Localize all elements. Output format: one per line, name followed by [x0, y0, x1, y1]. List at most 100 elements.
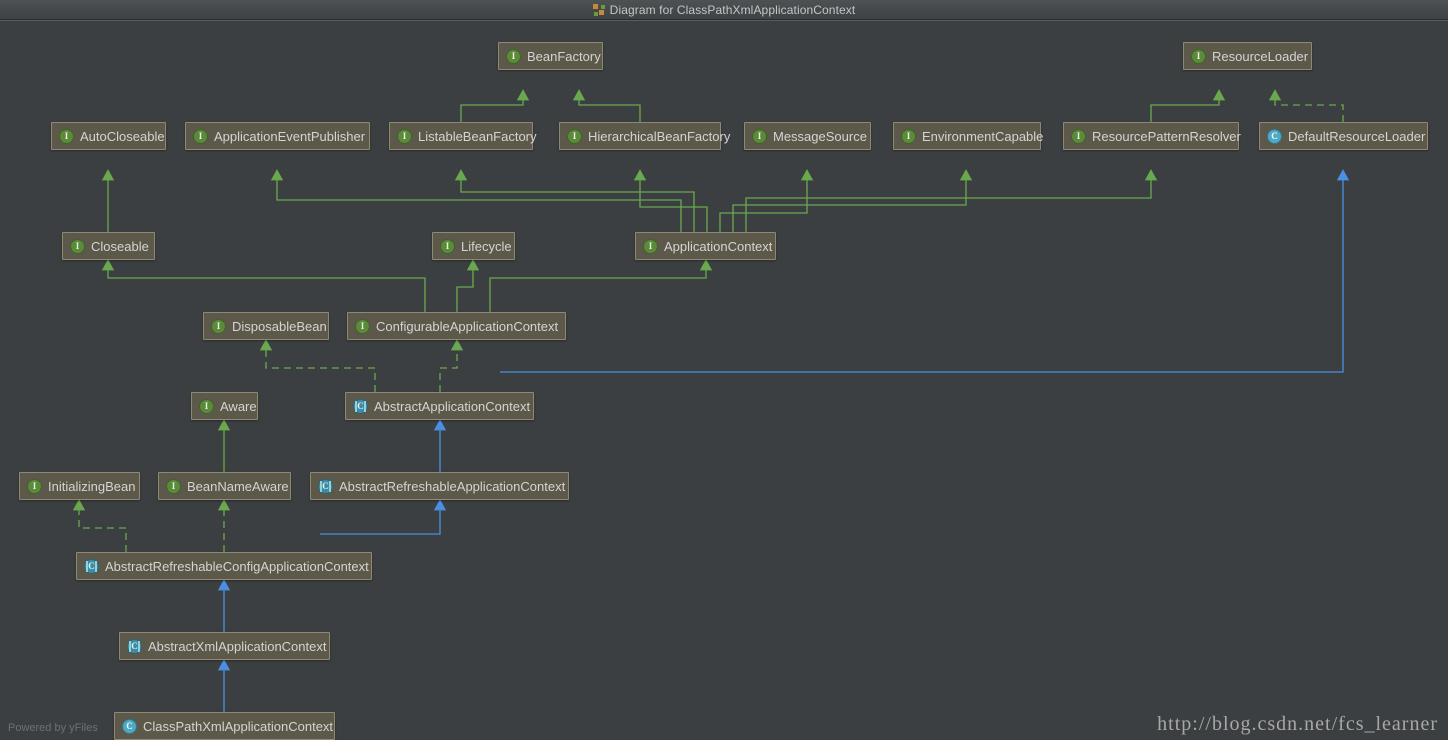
abstract-class-icon: C — [353, 399, 368, 414]
edge-ConfigurableApplicationContext-to-ApplicationContext — [490, 260, 712, 312]
class-node-DefaultResourceLoader[interactable]: C DefaultResourceLoader — [1259, 122, 1428, 150]
edge-arrowhead — [452, 340, 463, 350]
class-node-label: ClassPathXmlApplicationContext — [143, 720, 333, 733]
window-title: Diagram for ClassPathXmlApplicationConte… — [610, 3, 856, 17]
edge-arrowhead — [1338, 170, 1349, 180]
edge-arrowhead — [435, 420, 446, 430]
class-node-ResourceLoader[interactable]: I ResourceLoader — [1183, 42, 1312, 70]
class-node-label: Closeable — [91, 240, 149, 253]
class-node-label: ResourceLoader — [1212, 50, 1308, 63]
class-node-AutoCloseable[interactable]: IAutoCloseable — [51, 122, 166, 150]
edge-arrowhead — [468, 260, 479, 270]
interface-icon: I — [567, 129, 582, 144]
diagram-canvas[interactable]: IBeanFactoryIResourceLoaderIAutoCloseabl… — [0, 20, 1448, 740]
class-node-label: ResourcePatternResolver — [1092, 130, 1241, 143]
edge-AbstractRefreshableConfigApplicationContext-to-BeanNameAware — [219, 500, 230, 552]
interface-icon: I — [355, 319, 370, 334]
class-node-label: BeanFactory — [527, 50, 601, 63]
class-node-ConfigurableApplicationContext[interactable]: I ConfigurableApplicationContext — [347, 312, 566, 340]
class-node-ApplicationEventPublisher[interactable]: I ApplicationEventPublisher — [185, 122, 370, 150]
interface-icon: I — [211, 319, 226, 334]
edge-arrowhead — [961, 170, 972, 180]
edge-ConfigurableApplicationContext-to-Closeable — [103, 260, 426, 312]
edge-arrowhead — [103, 260, 114, 270]
class-node-DisposableBean[interactable]: IDisposableBean — [203, 312, 329, 340]
interface-icon: I — [901, 129, 916, 144]
class-node-ApplicationContext[interactable]: IApplicationContext — [635, 232, 776, 260]
edge-arrowhead — [1214, 90, 1225, 100]
edge-DefaultResourceLoader-to-ResourceLoader — [1270, 90, 1344, 122]
edge-ResourcePatternResolver-to-ResourceLoader — [1151, 90, 1225, 122]
class-node-label: InitializingBean — [48, 480, 135, 493]
edge-ApplicationContext-to-ListableBeanFactory — [456, 170, 695, 232]
class-node-label: DefaultResourceLoader — [1288, 130, 1425, 143]
edge-arrowhead — [635, 170, 646, 180]
window-title-bar: Diagram for ClassPathXmlApplicationConte… — [0, 0, 1448, 20]
edge-arrowhead — [1146, 170, 1157, 180]
edge-arrowhead — [219, 580, 230, 590]
class-node-HierarchicalBeanFactory[interactable]: IHierarchicalBeanFactory — [559, 122, 721, 150]
class-node-ListableBeanFactory[interactable]: IListableBeanFactory — [389, 122, 533, 150]
interface-icon: I — [752, 129, 767, 144]
edge-arrowhead — [74, 500, 85, 510]
diagram-window: Diagram for ClassPathXmlApplicationConte… — [0, 0, 1448, 740]
class-node-AbstractXmlApplicationContext[interactable]: C AbstractXmlApplicationContext — [119, 632, 330, 660]
abstract-class-icon: C — [127, 639, 142, 654]
edge-HierarchicalBeanFactory-to-BeanFactory — [574, 90, 641, 122]
edge-arrowhead — [518, 90, 529, 100]
class-node-label: AbstractApplicationContext — [374, 400, 530, 413]
class-node-AbstractRefreshableConfigApplicationContext[interactable]: C AbstractRefreshableConfigApplicationCon… — [76, 552, 372, 580]
edge-ApplicationContext-to-ResourcePatternResolver — [746, 170, 1157, 232]
watermark-url: http://blog.csdn.net/fcs_learner — [1157, 713, 1438, 736]
edge-AbstractApplicationContext-to-ConfigurableApplicationContext — [440, 340, 463, 392]
class-node-label: ApplicationEventPublisher — [214, 130, 365, 143]
edge-AbstractRefreshableConfigApplicationContext-to-InitializingBean — [74, 500, 127, 552]
abstract-class-icon: C — [318, 479, 333, 494]
class-node-EnvironmentCapable[interactable]: IEnvironmentCapable — [893, 122, 1041, 150]
class-node-BeanFactory[interactable]: I BeanFactory — [498, 42, 603, 70]
class-icon: C — [1267, 129, 1282, 144]
edge-arrowhead — [219, 660, 230, 670]
interface-icon: I — [1191, 49, 1206, 64]
edge-arrowhead — [574, 90, 585, 100]
edge-ApplicationContext-to-EnvironmentCapable — [733, 170, 972, 232]
interface-icon: I — [166, 479, 181, 494]
class-node-label: AbstractRefreshableApplicationContext — [339, 480, 565, 493]
edge-AbstractXmlApplicationContext-to-AbstractRefreshableConfigApplicationContext — [219, 580, 230, 632]
class-node-label: AbstractXmlApplicationContext — [148, 640, 326, 653]
class-icon: C — [122, 719, 137, 734]
edge-arrowhead — [1270, 90, 1281, 100]
interface-icon: I — [643, 239, 658, 254]
abstract-class-icon: C — [84, 559, 99, 574]
edge-AbstractRefreshableApplicationContext-to-AbstractApplicationContext — [435, 420, 446, 472]
edge-arrowhead — [701, 260, 712, 270]
class-node-AbstractRefreshableApplicationContext[interactable]: C AbstractRefreshableApplicationContext — [310, 472, 569, 500]
edge-BeanNameAware-to-Aware — [219, 420, 230, 472]
interface-icon: I — [193, 129, 208, 144]
class-node-Aware[interactable]: IAware — [191, 392, 258, 420]
class-node-Lifecycle[interactable]: I Lifecycle — [432, 232, 515, 260]
edge-arrowhead — [272, 170, 283, 180]
class-node-ClassPathXmlApplicationContext[interactable]: C ClassPathXmlApplicationContext — [114, 712, 335, 740]
class-node-label: Lifecycle — [461, 240, 512, 253]
class-node-Closeable[interactable]: ICloseable — [62, 232, 155, 260]
powered-by-label: Powered by yFiles — [8, 722, 98, 734]
class-node-label: AutoCloseable — [80, 130, 165, 143]
class-node-AbstractApplicationContext[interactable]: C AbstractApplicationContext — [345, 392, 534, 420]
edge-arrowhead — [261, 340, 272, 350]
edge-AbstractApplicationContext-to-DefaultResourceLoader — [500, 170, 1349, 372]
edge-arrowhead — [802, 170, 813, 180]
edge-AbstractRefreshableConfigApplicationContext-to-AbstractRefreshableApplicationContext — [320, 500, 446, 534]
class-node-InitializingBean[interactable]: I InitializingBean — [19, 472, 140, 500]
edge-Closeable-to-AutoCloseable — [103, 170, 114, 232]
class-node-MessageSource[interactable]: IMessageSource — [744, 122, 871, 150]
interface-icon: I — [506, 49, 521, 64]
interface-icon: I — [440, 239, 455, 254]
edge-ClassPathXmlApplicationContext-to-AbstractXmlApplicationContext — [219, 660, 230, 712]
class-node-BeanNameAware[interactable]: IBeanNameAware — [158, 472, 291, 500]
edge-ListableBeanFactory-to-BeanFactory — [461, 90, 529, 122]
interface-icon: I — [27, 479, 42, 494]
class-node-label: ConfigurableApplicationContext — [376, 320, 558, 333]
class-node-label: AbstractRefreshableConfigApplicationCont… — [105, 560, 369, 573]
class-node-ResourcePatternResolver[interactable]: IResourcePatternResolver — [1063, 122, 1239, 150]
